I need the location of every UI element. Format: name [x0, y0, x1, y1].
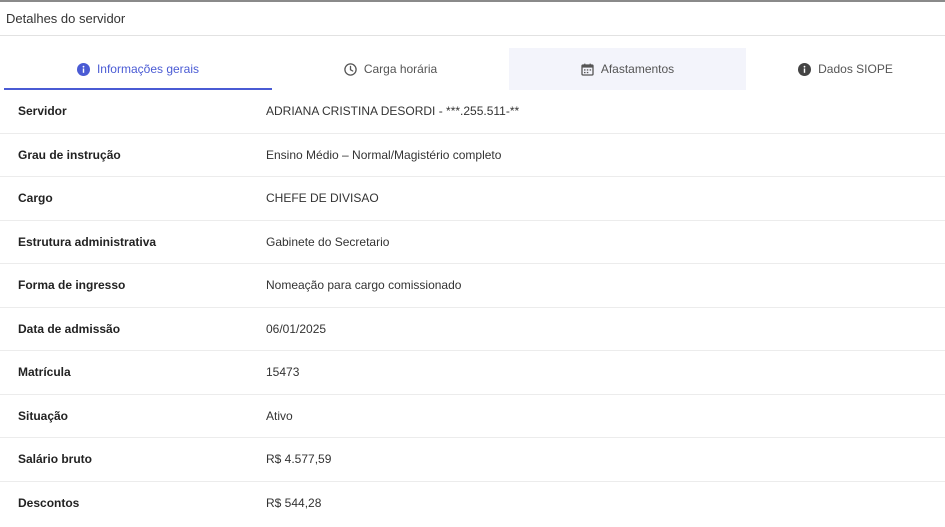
- row-label: Data de admissão: [18, 321, 121, 336]
- calendar-icon: [581, 63, 594, 76]
- row-value: R$ 4.577,59: [266, 452, 332, 467]
- row-value: CHEFE DE DIVISAO: [266, 191, 379, 206]
- row-label: Matrícula: [18, 365, 71, 380]
- row-value: Gabinete do Secretario: [266, 234, 390, 249]
- row-value: R$ 544,28: [266, 496, 322, 511]
- row-value: ADRIANA CRISTINA DESORDI - ***.255.511-*…: [266, 104, 520, 119]
- tab-informacoes-gerais[interactable]: Informações gerais: [4, 48, 272, 90]
- panel-header: Detalhes do servidor: [0, 2, 945, 36]
- table-row: Descontos R$ 544,28: [0, 482, 945, 526]
- table-row: Matrícula 15473: [0, 351, 945, 395]
- page-title: Detalhes do servidor: [6, 11, 126, 26]
- tab-carga-horaria[interactable]: Carga horária: [272, 48, 509, 90]
- table-row: Situação Ativo: [0, 395, 945, 438]
- tab-label: Afastamentos: [600, 62, 675, 76]
- info-icon: [76, 62, 90, 76]
- clock-icon: [344, 62, 357, 76]
- row-label: Descontos: [18, 496, 80, 511]
- row-label: Estrutura administrativa: [18, 234, 157, 249]
- row-value: Ativo: [266, 408, 293, 423]
- table-row: Servidor ADRIANA CRISTINA DESORDI - ***.…: [0, 90, 945, 134]
- row-value: Ensino Médio – Normal/Magistério complet…: [266, 147, 502, 162]
- row-label: Grau de instrução: [18, 147, 121, 162]
- row-label: Salário bruto: [18, 452, 93, 467]
- row-label: Situação: [18, 408, 69, 423]
- table-row: Data de admissão 06/01/2025: [0, 308, 945, 351]
- row-value: 15473: [266, 365, 300, 380]
- row-value: Nomeação para cargo comissionado: [266, 278, 462, 293]
- row-label: Servidor: [18, 104, 67, 119]
- row-label: Forma de ingresso: [18, 278, 126, 293]
- table-row: Forma de ingresso Nomeação para cargo co…: [0, 264, 945, 308]
- tab-dados-siope[interactable]: Dados SIOPE: [746, 48, 945, 90]
- tab-label: Informações gerais: [96, 62, 200, 76]
- tab-bar: Informações gerais Carga horária Afastam…: [0, 48, 945, 90]
- server-details-table: Servidor ADRIANA CRISTINA DESORDI - ***.…: [0, 90, 945, 525]
- tab-label: Dados SIOPE: [818, 62, 893, 76]
- tab-label: Carga horária: [363, 62, 438, 76]
- row-label: Cargo: [18, 191, 53, 206]
- row-value: 06/01/2025: [266, 321, 327, 336]
- table-row: Grau de instrução Ensino Médio – Normal/…: [0, 134, 945, 177]
- table-row: Salário bruto R$ 4.577,59: [0, 438, 945, 482]
- info-icon: [798, 62, 812, 76]
- table-row: Cargo CHEFE DE DIVISAO: [0, 177, 945, 221]
- table-row: Estrutura administrativa Gabinete do Sec…: [0, 221, 945, 264]
- tab-afastamentos[interactable]: Afastamentos: [509, 48, 746, 90]
